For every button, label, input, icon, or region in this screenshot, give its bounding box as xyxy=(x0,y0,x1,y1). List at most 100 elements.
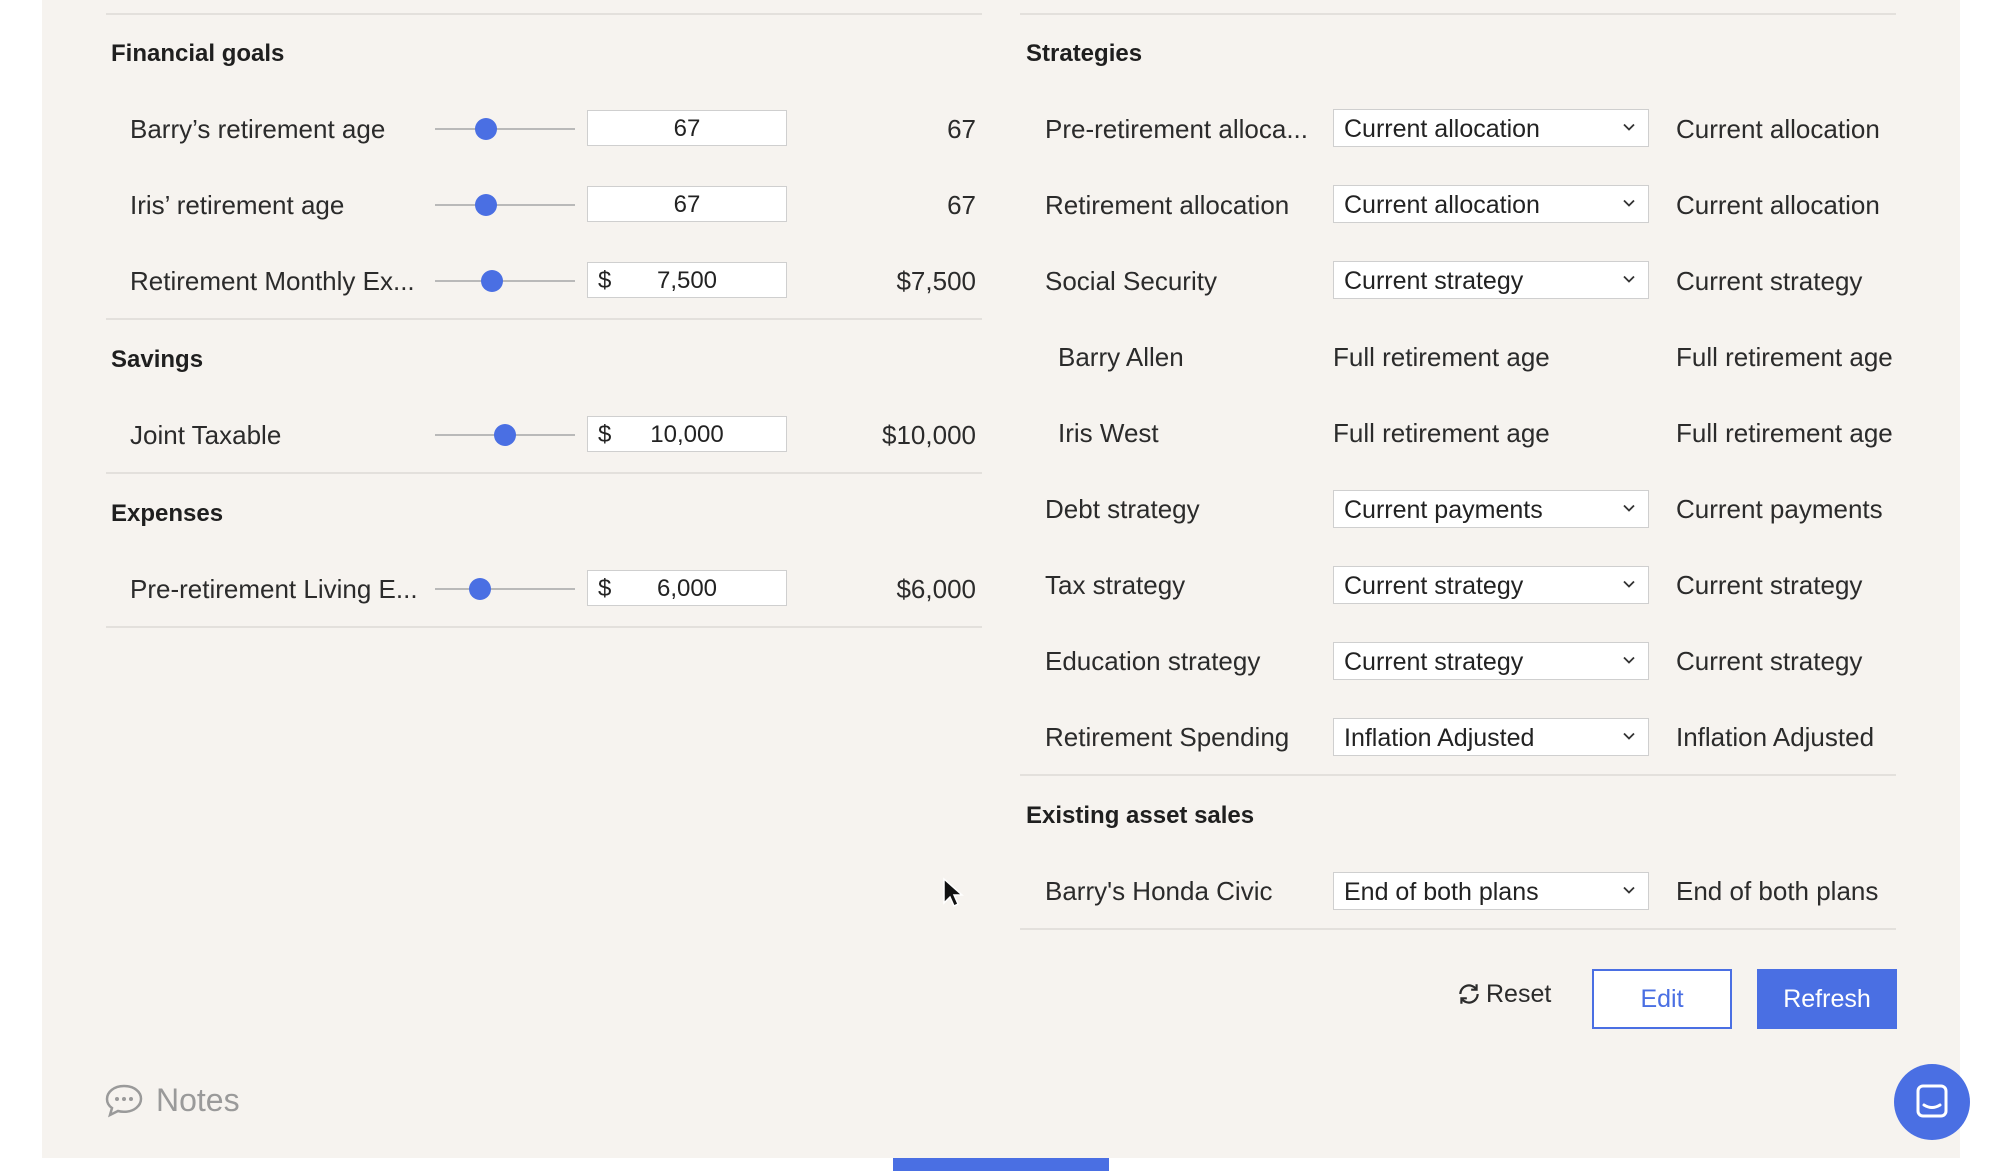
reset-label: Reset xyxy=(1486,980,1552,1008)
slider-thumb[interactable] xyxy=(481,270,503,292)
savings-input[interactable]: $ 10,000 xyxy=(587,416,787,452)
reset-button[interactable]: Reset xyxy=(1456,980,1551,1020)
row-label: Barry’s retirement age xyxy=(130,114,386,144)
strategy-value: Inflation Adjusted xyxy=(1676,722,1875,752)
strategy-label: Debt strategy xyxy=(1045,494,1200,524)
slider-thumb[interactable] xyxy=(469,578,491,600)
chat-icon xyxy=(1916,1084,1948,1118)
retirement-age-input[interactable]: 67 xyxy=(587,186,787,222)
bottom-tab-indicator xyxy=(893,1158,1109,1171)
input-value: 67 xyxy=(673,115,701,142)
pre-retirement-allocation-select[interactable]: Current allocation xyxy=(1333,109,1649,147)
section-title-savings: Savings xyxy=(111,346,204,373)
strategy-value: Current strategy xyxy=(1676,570,1863,600)
chevron-down-icon xyxy=(1623,123,1635,131)
asset-label: Barry's Honda Civic xyxy=(1045,876,1273,906)
strategy-value: Current allocation xyxy=(1676,114,1880,144)
divider xyxy=(1020,774,1896,776)
strategy-label: Retirement Spending xyxy=(1045,722,1290,752)
chevron-down-icon xyxy=(1623,732,1635,740)
divider xyxy=(1020,928,1896,930)
strategy-label: Pre-retirement alloca... xyxy=(1045,114,1308,144)
select-value: Current payments xyxy=(1344,496,1543,524)
input-value: 67 xyxy=(673,191,701,218)
strategy-value: Full retirement age xyxy=(1676,342,1893,372)
divider xyxy=(1020,13,1896,15)
select-value: Inflation Adjusted xyxy=(1344,724,1535,752)
strategy-label: Tax strategy xyxy=(1045,570,1186,600)
input-value: 6,000 xyxy=(656,575,718,602)
edit-label: Edit xyxy=(1640,984,1684,1013)
select-value: Current strategy xyxy=(1344,648,1524,676)
monthly-expense-input[interactable]: $ 7,500 xyxy=(587,262,787,298)
tax-strategy-select[interactable]: Current strategy xyxy=(1333,566,1649,604)
slider-track xyxy=(435,128,575,130)
section-title-financial-goals: Financial goals xyxy=(111,40,285,67)
row-value: $7,500 xyxy=(896,266,976,296)
retirement-age-slider[interactable] xyxy=(435,194,575,216)
chevron-down-icon xyxy=(1623,656,1635,664)
select-value: Current allocation xyxy=(1344,115,1540,143)
strategy-value: Current strategy xyxy=(1676,266,1863,296)
refresh-label: Refresh xyxy=(1783,984,1871,1013)
retirement-allocation-select[interactable]: Current allocation xyxy=(1333,185,1649,223)
strategy-label: Education strategy xyxy=(1045,646,1261,676)
notes-link[interactable]: Notes xyxy=(104,1082,240,1119)
slider-track xyxy=(435,280,575,282)
divider xyxy=(106,626,982,628)
strategy-sub-label: Iris West xyxy=(1058,418,1159,448)
living-expense-slider[interactable] xyxy=(435,578,575,600)
divider xyxy=(106,13,982,15)
monthly-expense-slider[interactable] xyxy=(435,270,575,292)
strategy-value: Current allocation xyxy=(1676,190,1880,220)
row-value: $10,000 xyxy=(882,420,976,450)
chevron-down-icon xyxy=(1623,275,1635,283)
strategy-label: Retirement allocation xyxy=(1045,190,1290,220)
edit-button[interactable]: Edit xyxy=(1592,969,1732,1029)
retirement-age-slider[interactable] xyxy=(435,118,575,140)
section-title-expenses: Expenses xyxy=(111,500,224,527)
notes-label: Notes xyxy=(156,1082,240,1118)
divider xyxy=(106,472,982,474)
chevron-down-icon xyxy=(1623,199,1635,207)
strategy-sub-label: Barry Allen xyxy=(1058,342,1184,372)
slider-track xyxy=(435,588,575,590)
education-strategy-select[interactable]: Current strategy xyxy=(1333,642,1649,680)
select-value: Current allocation xyxy=(1344,191,1540,219)
mouse-cursor-icon xyxy=(943,877,964,908)
row-value: 67 xyxy=(947,190,976,220)
refresh-icon xyxy=(1459,984,1479,1004)
slider-thumb[interactable] xyxy=(475,194,497,216)
savings-slider[interactable] xyxy=(435,424,575,446)
row-label: Pre-retirement Living E... xyxy=(130,574,418,604)
retirement-spending-select[interactable]: Inflation Adjusted xyxy=(1333,718,1649,756)
strategy-value: Current strategy xyxy=(1676,646,1863,676)
select-value: Current strategy xyxy=(1344,267,1524,295)
select-value: End of both plans xyxy=(1344,878,1539,906)
slider-thumb[interactable] xyxy=(475,118,497,140)
chat-support-button[interactable] xyxy=(1894,1064,1970,1140)
slider-thumb[interactable] xyxy=(494,424,516,446)
honda-civic-sale-select[interactable]: End of both plans xyxy=(1333,872,1649,910)
row-label: Iris’ retirement age xyxy=(130,190,345,220)
input-value: 7,500 xyxy=(656,267,718,294)
debt-strategy-select[interactable]: Current payments xyxy=(1333,490,1649,528)
chat-bubble-icon xyxy=(105,1084,143,1117)
section-title-existing-asset-sales: Existing asset sales xyxy=(1026,802,1255,829)
slider-track xyxy=(435,204,575,206)
chevron-down-icon xyxy=(1623,886,1635,894)
strategy-value: Full retirement age xyxy=(1676,418,1893,448)
social-security-select[interactable]: Current strategy xyxy=(1333,261,1649,299)
chevron-down-icon xyxy=(1623,504,1635,512)
asset-value: End of both plans xyxy=(1676,876,1879,906)
row-value: 67 xyxy=(947,114,976,144)
strategy-value: Current payments xyxy=(1676,494,1883,524)
strategy-label: Social Security xyxy=(1045,266,1217,296)
living-expense-input[interactable]: $ 6,000 xyxy=(587,570,787,606)
row-label: Joint Taxable xyxy=(130,420,282,450)
retirement-age-input[interactable]: 67 xyxy=(587,110,787,146)
input-value: 10,000 xyxy=(650,421,724,448)
row-value: $6,000 xyxy=(896,574,976,604)
row-label: Retirement Monthly Ex... xyxy=(130,266,415,296)
refresh-button[interactable]: Refresh xyxy=(1757,969,1897,1029)
